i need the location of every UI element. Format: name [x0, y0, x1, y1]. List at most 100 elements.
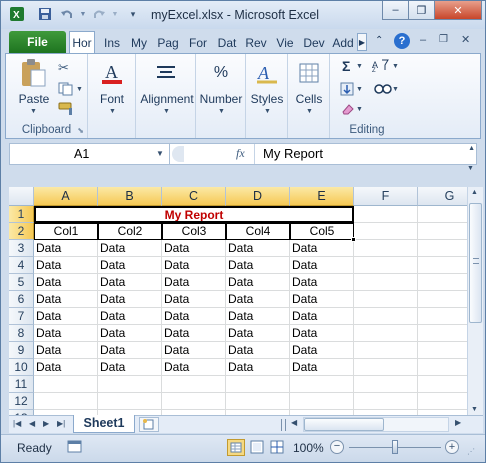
- header-cell-5[interactable]: Col5: [290, 223, 354, 240]
- cell-f8[interactable]: [354, 325, 418, 342]
- select-all-corner[interactable]: [9, 187, 34, 206]
- data-cell[interactable]: Data: [290, 291, 354, 308]
- cut-icon[interactable]: ✂: [58, 60, 69, 76]
- alignment-label[interactable]: Alignment: [136, 92, 198, 106]
- paste-label[interactable]: Paste: [18, 92, 50, 106]
- row-header-3[interactable]: 3: [9, 240, 34, 257]
- workbook-restore-icon[interactable]: ❐: [439, 34, 448, 45]
- data-cell[interactable]: Data: [290, 325, 354, 342]
- data-cell[interactable]: Data: [290, 359, 354, 376]
- fill-dropdown-icon[interactable]: ▼: [356, 86, 363, 93]
- cell-b12[interactable]: [98, 393, 162, 410]
- autosum-icon[interactable]: Σ: [342, 58, 350, 74]
- first-sheet-icon[interactable]: |◀: [13, 419, 21, 428]
- data-cell[interactable]: Data: [226, 240, 290, 257]
- formula-bar-splitter[interactable]: [172, 146, 184, 162]
- alignment-icon[interactable]: [149, 58, 183, 88]
- cell-f1[interactable]: [354, 206, 418, 223]
- cell-g2[interactable]: [418, 223, 467, 240]
- next-sheet-icon[interactable]: ▶: [43, 419, 49, 428]
- column-header-e[interactable]: E: [290, 187, 354, 206]
- scroll-down-icon[interactable]: ▼: [471, 406, 478, 413]
- row-header-1[interactable]: 1: [9, 206, 34, 223]
- data-cell[interactable]: Data: [162, 274, 226, 291]
- clear-icon[interactable]: [340, 102, 356, 119]
- cell-g5[interactable]: [418, 274, 467, 291]
- scroll-right-icon[interactable]: ▶: [455, 418, 461, 427]
- horizontal-scroll-thumb[interactable]: [304, 418, 384, 431]
- cell-f12[interactable]: [354, 393, 418, 410]
- paste-icon[interactable]: [16, 58, 50, 88]
- resize-grip-icon[interactable]: ⋰: [467, 447, 475, 456]
- name-box-dropdown-icon[interactable]: ▼: [156, 149, 164, 158]
- minimize-button[interactable]: –: [382, 1, 409, 20]
- scroll-up-icon[interactable]: ▲: [471, 189, 478, 196]
- tab-page-layout[interactable]: Pag: [155, 33, 181, 53]
- data-cell[interactable]: Data: [162, 240, 226, 257]
- data-cell[interactable]: Data: [290, 308, 354, 325]
- scroll-left-icon[interactable]: ◀: [291, 418, 297, 427]
- styles-dropdown-icon[interactable]: ▼: [264, 108, 271, 115]
- column-header-g[interactable]: G: [418, 187, 467, 206]
- data-cell[interactable]: Data: [162, 359, 226, 376]
- cells-label[interactable]: Cells: [288, 92, 330, 106]
- cell-d12[interactable]: [226, 393, 290, 410]
- tab-home[interactable]: Hor: [69, 31, 95, 53]
- tab-scroll-right-icon[interactable]: ▶: [357, 33, 367, 51]
- data-cell[interactable]: Data: [34, 274, 98, 291]
- header-cell-1[interactable]: Col1: [34, 223, 98, 240]
- data-cell[interactable]: Data: [226, 359, 290, 376]
- cell-f4[interactable]: [354, 257, 418, 274]
- minimize-ribbon-icon[interactable]: ⌃: [375, 35, 383, 46]
- tab-developer[interactable]: Dev: [301, 33, 327, 53]
- tab-data[interactable]: Dat: [215, 33, 239, 53]
- cell-g7[interactable]: [418, 308, 467, 325]
- data-cell[interactable]: Data: [162, 291, 226, 308]
- name-box[interactable]: A1 ▼: [10, 144, 170, 164]
- header-cell-4[interactable]: Col4: [226, 223, 290, 240]
- font-color-icon[interactable]: A: [95, 58, 129, 88]
- zoom-level[interactable]: 100%: [293, 441, 324, 455]
- data-cell[interactable]: Data: [34, 359, 98, 376]
- zoom-out-icon[interactable]: −: [330, 440, 344, 454]
- cell-c12[interactable]: [162, 393, 226, 410]
- column-header-f[interactable]: F: [354, 187, 418, 206]
- font-label[interactable]: Font: [88, 92, 136, 106]
- collapse-formula-bar-icon[interactable]: ▼: [467, 165, 474, 172]
- row-header-6[interactable]: 6: [9, 291, 34, 308]
- fill-icon[interactable]: [340, 82, 356, 99]
- data-cell[interactable]: Data: [34, 291, 98, 308]
- redo-icon[interactable]: [91, 6, 107, 22]
- cell-g12[interactable]: [418, 393, 467, 410]
- clipboard-launcher-icon[interactable]: ⬊: [77, 126, 84, 135]
- data-cell[interactable]: Data: [98, 342, 162, 359]
- cell-c11[interactable]: [162, 376, 226, 393]
- row-header-12[interactable]: 12: [9, 393, 34, 410]
- row-header-4[interactable]: 4: [9, 257, 34, 274]
- paste-dropdown-icon[interactable]: ▼: [30, 108, 37, 115]
- data-cell[interactable]: Data: [98, 325, 162, 342]
- find-dropdown-icon[interactable]: ▼: [392, 86, 399, 93]
- data-cell[interactable]: Data: [162, 342, 226, 359]
- expand-formula-bar-icon[interactable]: ▲: [468, 145, 475, 152]
- row-header-5[interactable]: 5: [9, 274, 34, 291]
- cell-g9[interactable]: [418, 342, 467, 359]
- data-cell[interactable]: Data: [290, 240, 354, 257]
- format-painter-icon[interactable]: [58, 102, 76, 119]
- column-header-d[interactable]: D: [226, 187, 290, 206]
- row-header-7[interactable]: 7: [9, 308, 34, 325]
- data-cell[interactable]: Data: [162, 308, 226, 325]
- formula-input[interactable]: My Report: [254, 144, 464, 164]
- copy-icon[interactable]: [58, 82, 74, 99]
- tab-my[interactable]: My: [127, 33, 151, 53]
- title-cell-a1[interactable]: My Report: [34, 206, 354, 223]
- copy-dropdown-icon[interactable]: ▼: [76, 86, 83, 93]
- data-cell[interactable]: Data: [98, 257, 162, 274]
- cell-g1[interactable]: [418, 206, 467, 223]
- tab-addins[interactable]: Add: [331, 33, 355, 53]
- zoom-slider-thumb[interactable]: [392, 440, 398, 454]
- data-cell[interactable]: Data: [34, 257, 98, 274]
- cell-f2[interactable]: [354, 223, 418, 240]
- page-break-view-icon[interactable]: [269, 440, 285, 457]
- data-cell[interactable]: Data: [34, 308, 98, 325]
